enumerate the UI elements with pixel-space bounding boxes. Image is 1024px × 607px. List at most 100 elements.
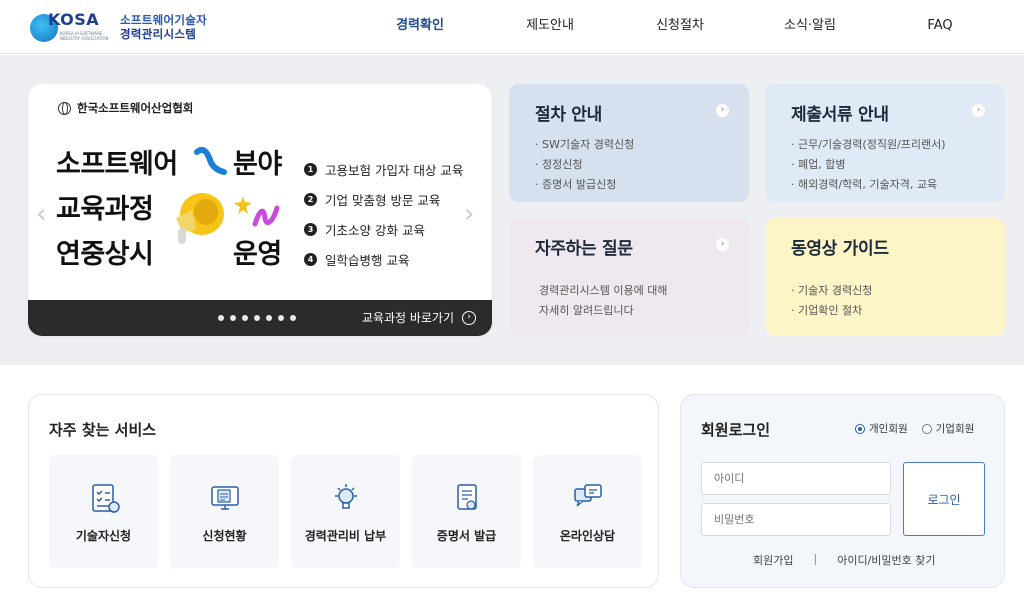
banner-course-item: 4 일학습병행 교육: [304, 244, 463, 274]
headline-row-3: 연중상시 운영: [56, 232, 282, 277]
service-tile-application-status[interactable]: 신청현황: [170, 455, 279, 568]
headline-3-right: 운영: [233, 239, 282, 270]
star-icon: [234, 196, 252, 214]
procedure-guide-card[interactable]: 절차 안내 › · SW기술자 경력신청 · 정정신청 · 증명서 발급신청: [509, 84, 749, 202]
headline-row-1: 소프트웨어 분야: [56, 142, 282, 187]
card-list-item: · 정정신청: [535, 158, 583, 171]
card-title: 자주하는 질문: [535, 239, 633, 259]
slide-pagination: [218, 315, 296, 321]
service-tile-label: 증명서 발급: [436, 529, 497, 543]
signup-link[interactable]: 회원가입: [753, 552, 793, 568]
nav-item-faq[interactable]: FAQ: [875, 0, 1005, 54]
service-tile-fee-payment[interactable]: 경력관리비 납부: [291, 455, 400, 568]
card-description-line: 자세히 알려드립니다: [539, 304, 634, 317]
card-list-item: · 증명서 발급신청: [535, 178, 617, 191]
login-button[interactable]: 로그인: [903, 462, 985, 536]
chevron-right-icon: ›: [972, 104, 985, 117]
video-guide-card[interactable]: 동영상 가이드 · 기술자 경력신청 · 기업확인 절차: [765, 218, 1005, 336]
banner-footer-bar: 교육과정 바로가기 ›: [28, 300, 492, 336]
radio-personal-member[interactable]: 개인회원: [855, 421, 908, 436]
radio-label: 개인회원: [869, 423, 908, 435]
frequent-services-panel: 자주 찾는 서비스 기술자신청 신청현황 경력관리비 납부 증명서 발급 온라인…: [28, 394, 659, 588]
number-4-icon: 4: [304, 252, 317, 266]
slide-dot[interactable]: [278, 315, 284, 321]
slide-dot[interactable]: [242, 315, 248, 321]
chevron-right-icon: ›: [716, 104, 729, 117]
banner-course-item: 1 고용보험 가입자 대상 교육: [304, 154, 463, 184]
member-login-panel: 회원로그인 개인회원 기업회원 로그인 회원가입 | 아이디/비밀번호 찾기: [680, 394, 1005, 588]
nav-item-application-procedure[interactable]: 신청절차: [615, 0, 745, 54]
radio-unchecked-icon: [921, 423, 932, 434]
service-tile-certificate-issue[interactable]: 증명서 발급: [412, 455, 521, 568]
password-input[interactable]: [701, 503, 891, 536]
card-list-item: · 기업확인 절차: [791, 304, 863, 317]
certificate-icon: [456, 484, 477, 510]
checklist-icon: [91, 484, 120, 513]
banner-course-list: 1 고용보험 가입자 대상 교육 2 기업 맞춤형 방문 교육 3 기초소양 강…: [304, 154, 463, 274]
monitor-document-icon: [210, 486, 239, 510]
service-tile-online-consultation[interactable]: 온라인상담: [533, 455, 642, 568]
radio-corporate-member[interactable]: 기업회원: [921, 421, 975, 436]
education-banner[interactable]: 한국소프트웨어산업협회 소프트웨어 분야 교육과정 연중상시 운영 1 고용보험…: [28, 84, 492, 336]
card-list-item: · SW기술자 경력신청: [535, 138, 635, 151]
logo-title-line-1: 소프트웨어기술자: [120, 13, 208, 27]
banner-course-item: 2 기업 맞춤형 방문 교육: [304, 184, 463, 214]
card-list: · SW기술자 경력신청 · 정정신청 · 증명서 발급신청: [535, 135, 723, 195]
headline-2: 교육과정: [56, 194, 154, 225]
number-3-icon: 3: [304, 222, 317, 236]
banner-prev-arrow-icon[interactable]: ‹: [36, 199, 46, 229]
course-label: 기업 맞춤형 방문 교육: [325, 192, 441, 208]
nav-item-news[interactable]: 소식·알림: [745, 0, 875, 54]
slide-dot[interactable]: [230, 315, 236, 321]
headline-3-left: 연중상시: [56, 239, 154, 270]
logo-title: 소프트웨어기술자 경력관리시스템: [120, 13, 207, 41]
nav-item-system-guide[interactable]: 제도안내: [485, 0, 615, 54]
banner-course-item: 3 기초소양 강화 교육: [304, 214, 463, 244]
card-list: · 근무/기술경력(정직원/프리랜서) · 폐업, 합병 · 해외경력/학력, …: [791, 135, 979, 195]
slide-dot[interactable]: [254, 315, 260, 321]
course-label: 고용보험 가입자 대상 교육: [325, 162, 464, 178]
main-nav: 경력확인 제도안내 신청절차 소식·알림 FAQ: [355, 0, 1005, 54]
globe-icon: [58, 101, 71, 115]
swoosh-icon: [194, 146, 227, 175]
number-1-icon: 1: [304, 162, 317, 176]
chat-bubbles-icon: [573, 484, 602, 507]
find-id-password-link[interactable]: 아이디/비밀번호 찾기: [837, 552, 935, 568]
education-shortcut-link[interactable]: 교육과정 바로가기 ›: [362, 309, 476, 326]
card-description-line: 경력관리시스템 이용에 대해: [539, 284, 668, 297]
chevron-right-icon: ›: [716, 238, 729, 251]
slide-dot[interactable]: [218, 315, 224, 321]
lightbulb-icon: [334, 484, 357, 509]
card-list: · 기술자 경력신청 · 기업확인 절차: [791, 281, 979, 321]
card-list-item: · 근무/기술경력(정직원/프리랜서): [791, 138, 946, 151]
documents-guide-card[interactable]: 제출서류 안내 › · 근무/기술경력(정직원/프리랜서) · 폐업, 합병 ·…: [765, 84, 1005, 202]
service-tile-label: 기술자신청: [75, 529, 132, 543]
banner-next-arrow-icon[interactable]: ›: [464, 199, 474, 229]
login-links: 회원가입 | 아이디/비밀번호 찾기: [753, 552, 936, 568]
slide-dot[interactable]: [290, 315, 296, 321]
card-description: 경력관리시스템 이용에 대해 자세히 알려드립니다: [535, 281, 723, 321]
login-title: 회원로그인: [701, 421, 771, 439]
id-input[interactable]: [701, 462, 891, 495]
squiggle-icon: [252, 205, 280, 227]
headline-1-left: 소프트웨어: [56, 149, 178, 180]
radio-checked-icon: [855, 423, 865, 434]
faq-card[interactable]: 자주하는 질문 › 경력관리시스템 이용에 대해 자세히 알려드립니다: [509, 218, 749, 336]
link-separator: |: [813, 552, 818, 565]
service-tile-label: 신청현황: [202, 529, 247, 543]
member-type-radios: 개인회원 기업회원: [855, 421, 974, 436]
radio-label: 기업회원: [935, 423, 975, 435]
slide-dot[interactable]: [266, 315, 272, 321]
number-2-icon: 2: [304, 192, 317, 206]
logo-text: KOSA: [48, 10, 100, 29]
headline-row-2: 교육과정: [56, 187, 178, 232]
service-tile-label: 경력관리비 납부: [304, 529, 387, 543]
card-title: 절차 안내: [535, 105, 602, 125]
site-logo[interactable]: KOSA KOREA AI SOFTWARE INDUSTRY ASSOCIAT…: [30, 9, 207, 45]
card-list-item: · 해외경력/학력, 기술자격, 교육: [791, 178, 938, 191]
site-header: KOSA KOREA AI SOFTWARE INDUSTRY ASSOCIAT…: [0, 0, 1024, 54]
service-tile-technician-application[interactable]: 기술자신청: [49, 455, 158, 568]
logo-subtext: KOREA AI SOFTWARE INDUSTRY ASSOCIATION: [60, 31, 109, 41]
nav-item-career-check[interactable]: 경력확인: [355, 0, 485, 54]
megaphone-icon: [176, 193, 224, 244]
